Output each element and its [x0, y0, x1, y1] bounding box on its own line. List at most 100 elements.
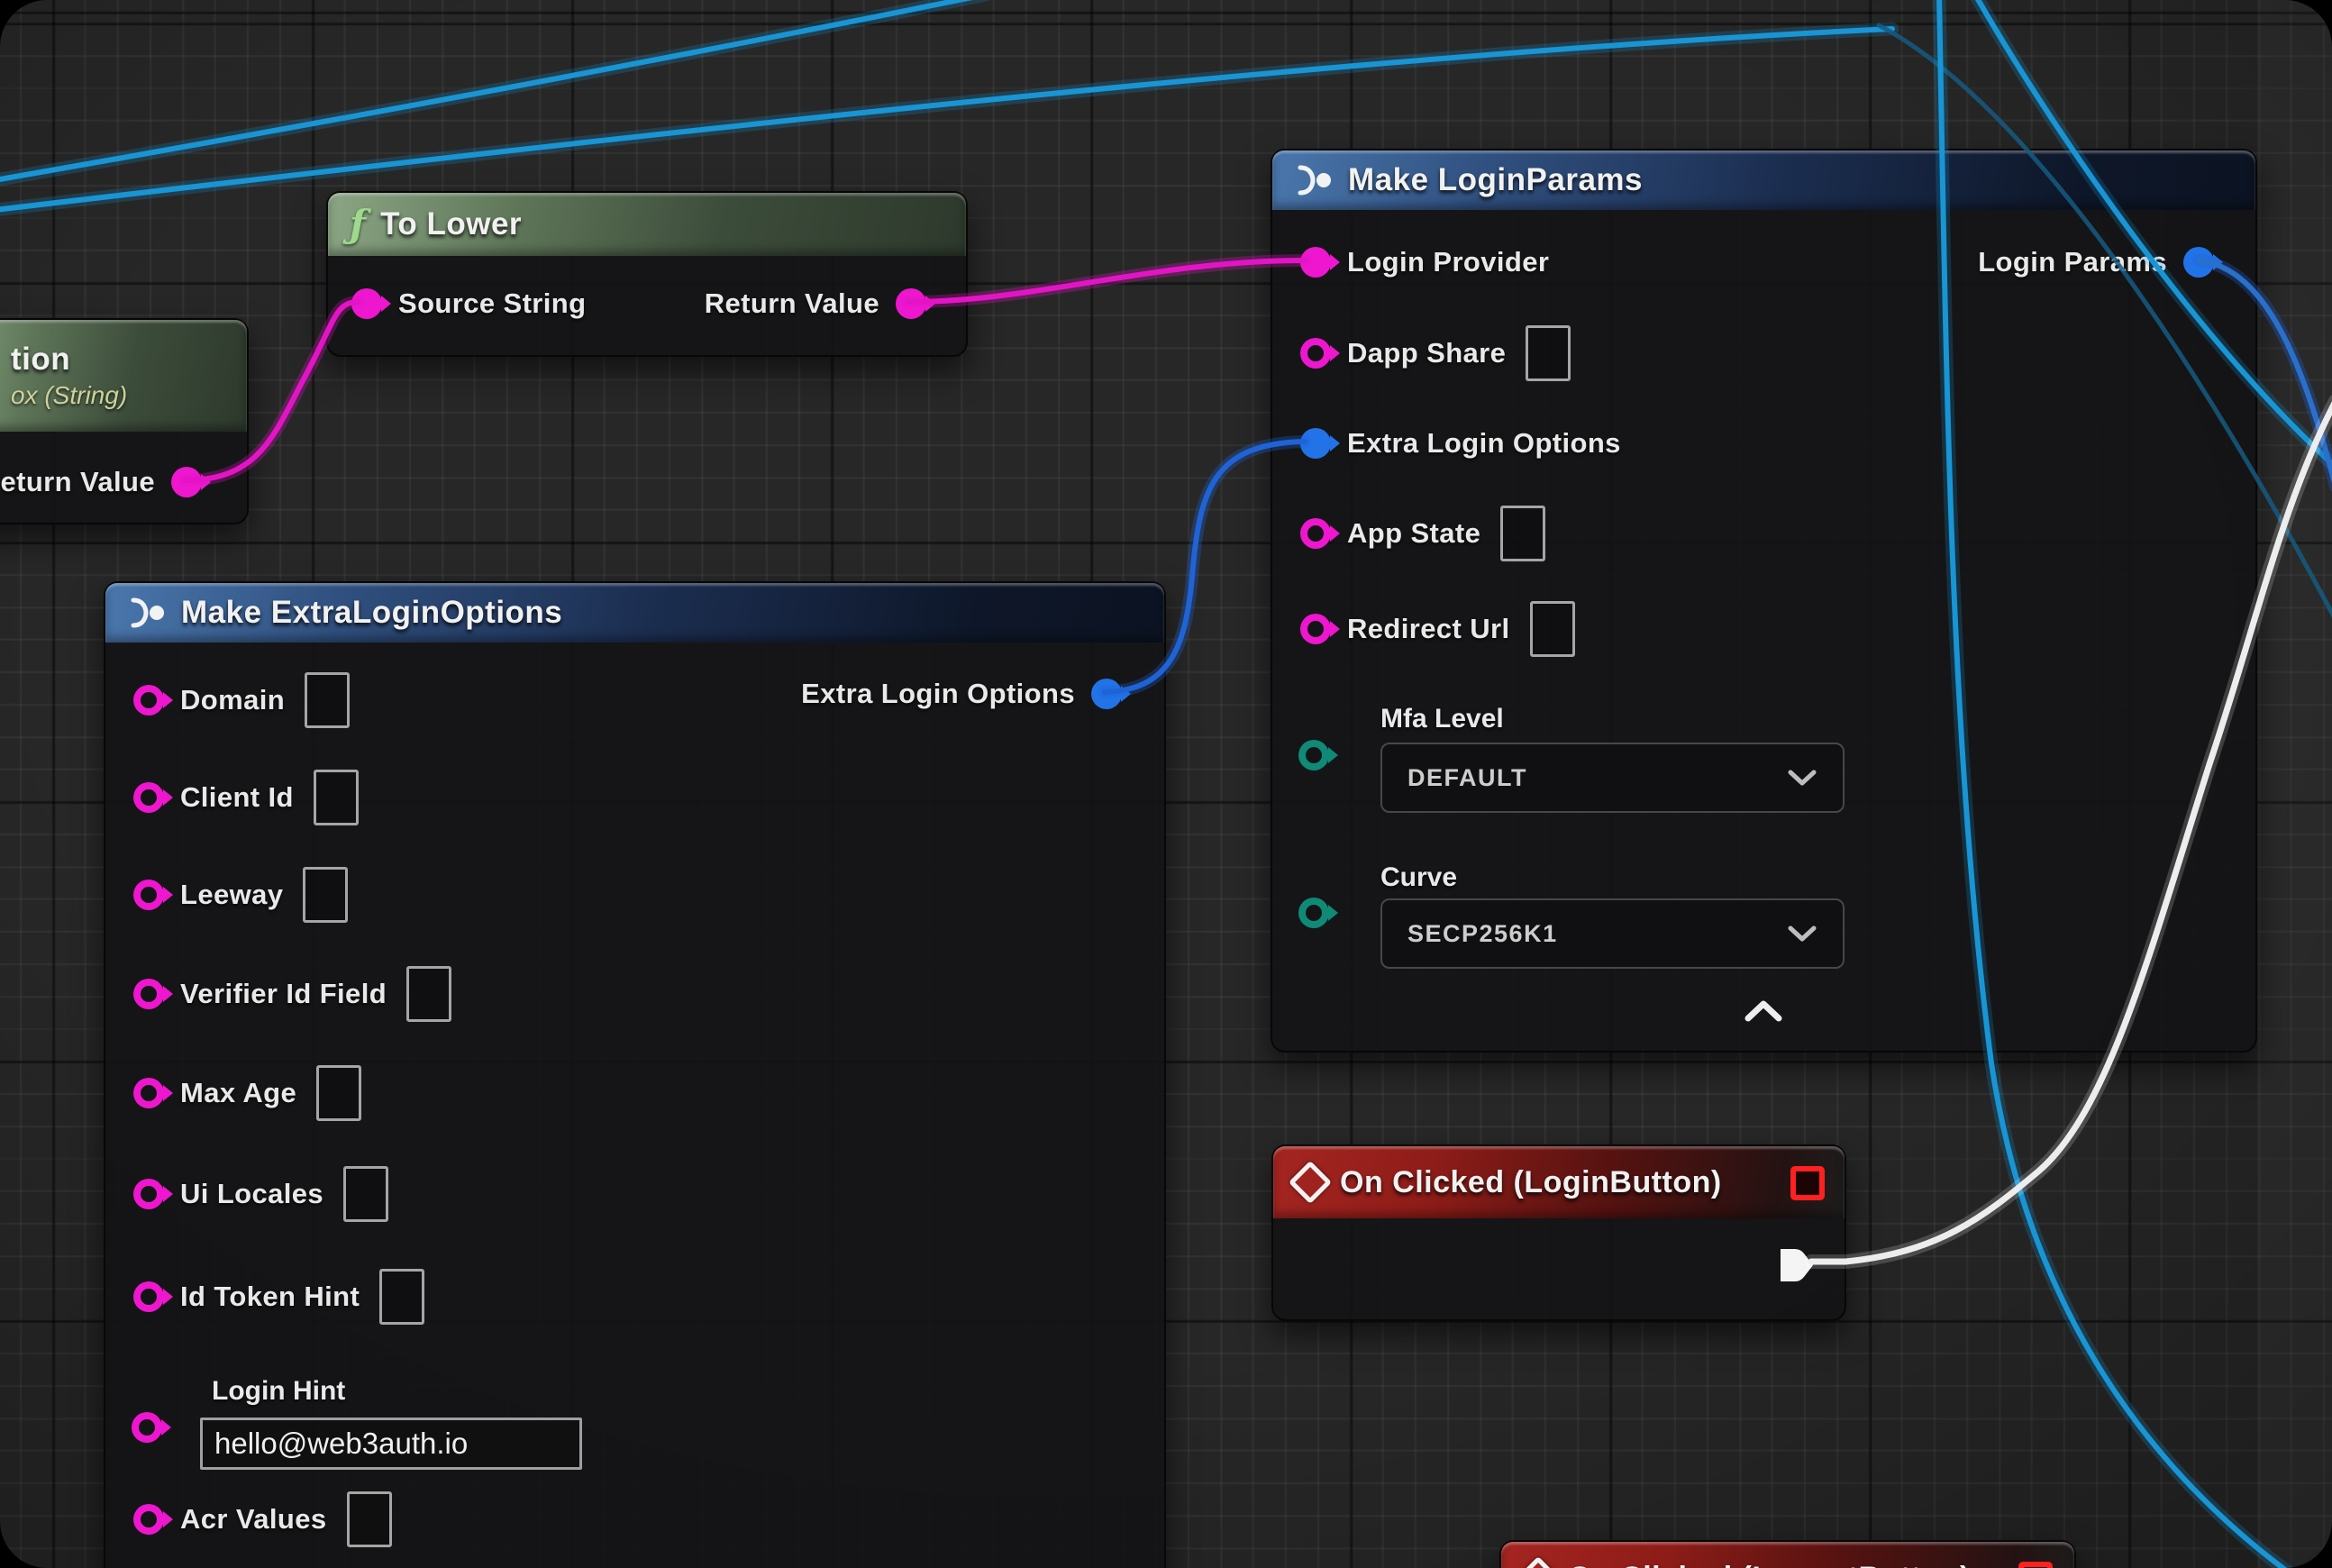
pin-row-source-string: Source String — [351, 287, 586, 320]
event-diamond-icon — [1517, 1556, 1560, 1568]
pin-label: Return Value — [705, 287, 879, 320]
pin-label: Extra Login Options — [801, 678, 1075, 710]
acr-values-default-value-box[interactable] — [347, 1491, 392, 1547]
pin-row-return-value: Return Value — [705, 287, 926, 320]
input-pin-string[interactable] — [1300, 518, 1331, 549]
pin-label: Login Provider — [1347, 246, 1549, 278]
pure-function-icon: ƒ — [350, 205, 366, 243]
input-pin-string[interactable] — [133, 782, 164, 813]
pin-row-login-params-out: Login Params — [1978, 246, 2214, 278]
make-struct-icon — [1294, 164, 1334, 196]
pin-row-ui-locales: Ui Locales — [133, 1166, 388, 1222]
input-pin-string[interactable] — [1300, 247, 1331, 278]
collapse-node-button[interactable] — [1736, 996, 1790, 1026]
curve-dropdown[interactable]: SECP256K1 — [1380, 898, 1845, 969]
pin-row-return-value-partial: eturn Value — [0, 466, 202, 498]
output-pin-struct[interactable] — [1091, 679, 1122, 709]
curve-label: Curve — [1380, 862, 1457, 893]
input-pin-string[interactable] — [133, 1078, 164, 1108]
pin-row-extra-login-options-out: Extra Login Options — [801, 678, 1122, 710]
pin-row-login-provider: Login Provider — [1300, 246, 1549, 278]
delegate-pin-icon[interactable] — [2018, 1562, 2053, 1568]
pin-row-redirect-url: Redirect Url — [1300, 601, 1575, 657]
node-on-clicked-logout-button[interactable]: On Clicked (LogoutButton) — [1499, 1540, 2076, 1568]
id-token-hint-default-value-box[interactable] — [379, 1269, 424, 1325]
pin-label: Client Id — [180, 781, 294, 814]
input-pin-string[interactable] — [133, 685, 164, 716]
redirect-url-default-value-box[interactable] — [1530, 601, 1575, 657]
login-hint-input[interactable]: hello@web3auth.io — [200, 1418, 582, 1470]
make-struct-icon — [127, 597, 167, 629]
node-onclicked-logout-header[interactable]: On Clicked (LogoutButton) — [1501, 1542, 2074, 1568]
node-title: Make ExtraLoginOptions — [181, 595, 562, 631]
input-pin-string[interactable] — [351, 288, 382, 319]
pin-row-app-state: App State — [1300, 506, 1545, 561]
input-pin-struct[interactable] — [1300, 428, 1331, 459]
blueprint-editor-screenshot: tion ox (String) eturn Value ƒ To Lower … — [0, 0, 2332, 1568]
output-pin-string[interactable] — [896, 288, 926, 319]
wire-string-2-glow — [908, 260, 1305, 302]
input-pin-string[interactable] — [133, 1504, 164, 1535]
input-pin-string[interactable] — [133, 1281, 164, 1312]
wire-cyan-top-steep[interactable] — [0, 0, 986, 180]
pin-label: Domain — [180, 684, 285, 716]
pin-label: Ui Locales — [180, 1178, 323, 1210]
pin-row-max-age: Max Age — [133, 1065, 361, 1121]
pin-label: Acr Values — [180, 1503, 327, 1536]
pin-row-client-id: Client Id — [133, 770, 359, 825]
exec-output-pin[interactable] — [1773, 1242, 1820, 1289]
input-pin-string[interactable] — [133, 979, 164, 1009]
client-id-default-value-box[interactable] — [314, 770, 359, 825]
ui-locales-default-value-box[interactable] — [343, 1166, 388, 1222]
leeway-default-value-box[interactable] — [303, 867, 348, 923]
delegate-pin-icon[interactable] — [1790, 1166, 1825, 1200]
node-melo-header[interactable]: Make ExtraLoginOptions — [105, 583, 1164, 643]
input-pin-string[interactable] — [133, 880, 164, 910]
pin-row-acr-values: Acr Values — [133, 1491, 392, 1547]
node-onclicked-login-header[interactable]: On Clicked (LoginButton) — [1273, 1146, 1845, 1218]
node-subtitle: ox (String) — [11, 381, 127, 410]
node-title: On Clicked (LoginButton) — [1340, 1165, 1722, 1200]
wire-string-tolower-to-loginprovider[interactable] — [908, 260, 1305, 302]
node-to-lower-header[interactable]: ƒ To Lower — [328, 193, 966, 256]
pin-label: Id Token Hint — [180, 1281, 360, 1313]
input-pin-string[interactable] — [133, 1179, 164, 1209]
node-partial-function[interactable]: tion ox (String) eturn Value — [0, 318, 249, 524]
output-pin-string[interactable] — [171, 467, 202, 497]
blueprint-graph-canvas[interactable]: tion ox (String) eturn Value ƒ To Lower … — [0, 0, 2332, 1568]
pin-label: App State — [1347, 517, 1480, 550]
app-state-default-value-box[interactable] — [1500, 506, 1545, 561]
pin-label: Dapp Share — [1347, 337, 1506, 369]
domain-default-value-box[interactable] — [305, 672, 350, 728]
input-pin-string[interactable] — [132, 1412, 162, 1443]
input-pin-string[interactable] — [1300, 614, 1331, 644]
graph-comment-region — [2257, 0, 2332, 1568]
node-title: To Lower — [380, 206, 522, 242]
mfa-level-label: Mfa Level — [1380, 704, 1504, 734]
event-diamond-icon — [1289, 1161, 1332, 1204]
node-mlp-header[interactable]: Make LoginParams — [1272, 150, 2255, 210]
node-make-login-params[interactable]: Make LoginParams Login Params Login Prov… — [1271, 149, 2257, 1053]
node-to-lower[interactable]: ƒ To Lower Source String Return Value — [326, 191, 968, 357]
node-on-clicked-login-button[interactable]: On Clicked (LoginButton) — [1271, 1144, 1846, 1321]
pin-row-extra-login-options-in: Extra Login Options — [1300, 427, 1621, 460]
node-partial-function-header[interactable]: tion ox (String) — [0, 320, 247, 432]
max-age-default-value-box[interactable] — [316, 1065, 361, 1121]
node-make-extra-login-options[interactable]: Make ExtraLoginOptions Extra Login Optio… — [104, 581, 1166, 1568]
pin-label: Max Age — [180, 1077, 296, 1109]
dapp-share-default-value-box[interactable] — [1526, 325, 1571, 381]
node-title: On Clicked (LogoutButton) — [1568, 1561, 1971, 1568]
chevron-down-icon — [1787, 769, 1817, 787]
pin-row-dapp-share: Dapp Share — [1300, 325, 1571, 381]
curve-value: SECP256K1 — [1407, 920, 1558, 948]
pin-row-leeway: Leeway — [133, 867, 348, 923]
mfa-level-value: DEFAULT — [1407, 764, 1527, 792]
pin-label: Extra Login Options — [1347, 427, 1621, 460]
output-pin-struct[interactable] — [2183, 247, 2214, 278]
input-pin-string[interactable] — [1300, 338, 1331, 369]
input-pin-enum[interactable] — [1298, 898, 1329, 928]
mfa-level-dropdown[interactable]: DEFAULT — [1380, 743, 1845, 813]
verifier-id-field-default-value-box[interactable] — [406, 966, 451, 1022]
pin-label: Verifier Id Field — [180, 978, 387, 1010]
input-pin-enum[interactable] — [1298, 740, 1329, 770]
